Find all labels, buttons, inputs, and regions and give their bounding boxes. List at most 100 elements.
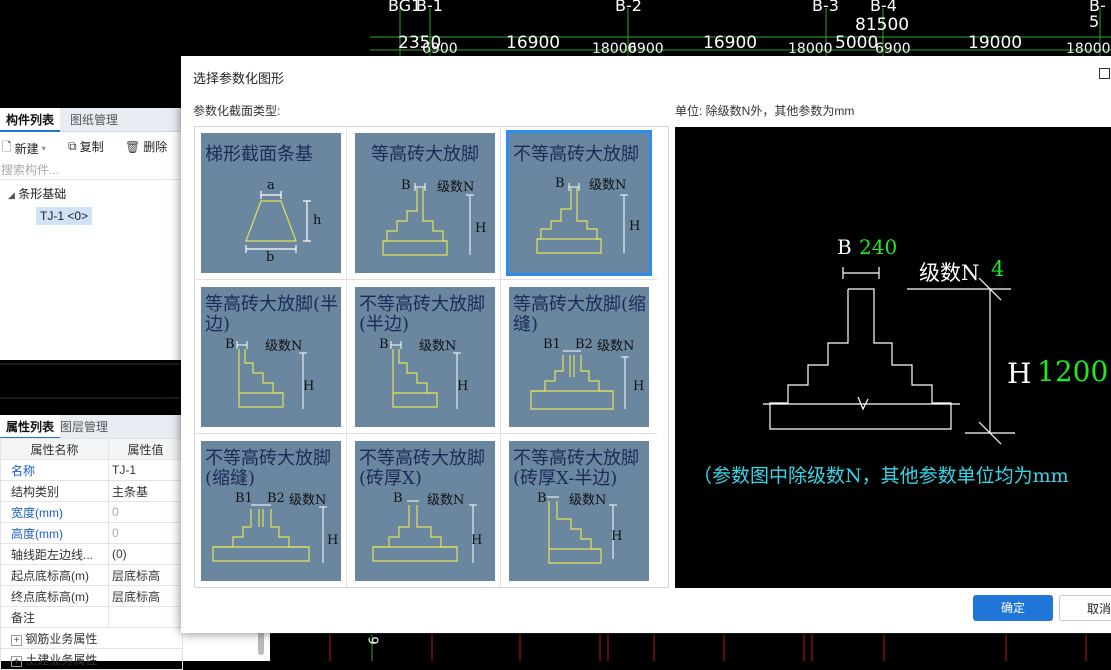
shape-title: 等高砖大放脚 [371, 144, 479, 165]
table-row[interactable]: 轴线距左边线... (0) [0, 543, 183, 565]
copy-label: 复制 [79, 140, 104, 154]
label-b: B [393, 491, 403, 506]
header-property-value: 属性值 [108, 438, 183, 460]
dimension: 5000 [835, 33, 879, 53]
shape-preview: B 240 级数N 4 H 1200 （参数图中除级数N，其他参数单位均为mm [675, 127, 1111, 588]
shape-grid[interactable]: 梯形截面条基 a h b 等高砖大放脚 B 级数N H 不等高砖大放脚 B 级数… [194, 126, 669, 588]
preview-b-label: B [837, 235, 852, 259]
label-n: 级数N [419, 339, 457, 354]
dimension: 16900 [703, 33, 758, 53]
label-n: 级数N [597, 339, 635, 354]
shape-option-unequal-brick-joint[interactable]: 不等高砖大放脚(缩缝) B1 B2 级数N H [201, 441, 341, 581]
shape-option-unequal-brick-thickness-half[interactable]: 不等高砖大放脚(砖厚X-半边) B 级数N H [509, 441, 649, 581]
preview-n-label: 级数N [919, 261, 980, 285]
component-tabbar: 构件列表 图纸管理 [0, 108, 181, 132]
property-name: 起点底标高(m) [0, 564, 109, 586]
table-row[interactable]: 名称 TJ-1 [0, 459, 183, 481]
shape-option-unequal-brick-thickness[interactable]: 不等高砖大放脚(砖厚X) B 级数N H [355, 441, 495, 581]
shape-title: 等高砖大放脚(半边) [205, 294, 339, 335]
maximize-icon[interactable] [1099, 68, 1110, 79]
table-row[interactable]: + 钢筋业务属性 [0, 627, 183, 649]
expand-icon[interactable]: + [11, 634, 22, 646]
cancel-button[interactable]: 取消 [1059, 595, 1111, 621]
tab-component-list[interactable]: 构件列表 [0, 108, 61, 132]
section-type-label: 参数化截面类型: [193, 104, 281, 118]
component-toolbar: 🗋 新建 ▾ ⧉ 复制 🗑 删除 [0, 135, 181, 157]
property-value[interactable]: 层底标高 [108, 585, 183, 607]
preview-note: （参数图中除级数N，其他参数单位均为mm [693, 465, 1069, 487]
expand-icon[interactable]: + [11, 655, 22, 667]
shape-title: 等高砖大放脚(缩缝) [513, 294, 647, 335]
tab-drawing-management[interactable]: 图纸管理 [64, 108, 124, 132]
table-row[interactable]: 终点底标高(m) 层底标高 [0, 585, 183, 607]
property-name: 备注 [0, 606, 109, 628]
shape-option-equal-brick-half[interactable]: 等高砖大放脚(半边) B 级数N H [201, 287, 341, 427]
label-h: H [457, 379, 469, 394]
label-b: b [266, 250, 275, 265]
preview-h-value: 1200 [1037, 355, 1109, 388]
header-property-name: 属性名称 [0, 438, 109, 460]
table-row[interactable]: 备注 [0, 606, 183, 628]
delete-button[interactable]: 🗑 删除 [125, 138, 167, 155]
table-row[interactable]: 宽度(mm) 0 [0, 501, 183, 523]
copy-button[interactable]: ⧉ 复制 [68, 138, 104, 155]
label-h: H [611, 529, 623, 544]
property-value[interactable]: (0) [108, 543, 183, 565]
new-label: 新建 [14, 142, 39, 156]
property-value[interactable]: 0 [108, 501, 183, 523]
shape-option-equal-brick[interactable]: 等高砖大放脚 B 级数N H [355, 133, 495, 273]
property-name: 轴线距左边线... [0, 543, 109, 565]
table-row[interactable]: + 土建业务属性 [0, 648, 183, 670]
grid-divider [346, 127, 347, 587]
label-n: 级数N [589, 178, 627, 193]
dropdown-arrow-icon[interactable]: ▾ [42, 144, 46, 153]
property-value[interactable]: TJ-1 [108, 459, 183, 481]
shape-option-trapezoid[interactable]: 梯形截面条基 a h b [201, 133, 341, 273]
table-row[interactable]: 起点底标高(m) 层底标高 [0, 564, 183, 586]
shape-option-equal-brick-joint[interactable]: 等高砖大放脚(缩缝) B1 B2 级数N H [509, 287, 649, 427]
property-table: 属性名称 属性值 名称 TJ-1 结构类别 主条基 宽度(mm) 0 高度(mm… [0, 438, 183, 670]
tab-property-list[interactable]: 属性列表 [0, 415, 61, 439]
dimension: 19000 [968, 33, 1023, 53]
table-row[interactable]: 高度(mm) 0 [0, 522, 183, 544]
shape-title: 不等高砖大放脚(半边) [359, 294, 485, 335]
label-b: B [225, 337, 235, 352]
shape-option-unequal-brick[interactable]: 不等高砖大放脚 B 级数N H [506, 130, 652, 276]
dialog-title: 选择参数化图形 [193, 71, 285, 86]
shape-title: 不等高砖大放脚(缩缝) [205, 448, 331, 489]
new-button[interactable]: 🗋 新建 ▾ [2, 138, 46, 159]
shape-option-unequal-brick-half[interactable]: 不等高砖大放脚(半边) B 级数N H [355, 287, 495, 427]
ok-button[interactable]: 确定 [973, 595, 1053, 621]
property-value[interactable] [108, 606, 183, 628]
grid-divider [195, 279, 657, 280]
dimension: 16900 [506, 33, 561, 53]
tab-layer-management[interactable]: 图层管理 [54, 415, 114, 439]
preview-n-value: 4 [991, 257, 1005, 281]
property-name: 名称 [0, 459, 109, 481]
collapse-arrow-icon[interactable]: ◢ [8, 190, 15, 200]
label-h: H [629, 219, 641, 234]
label-h: H [327, 533, 339, 548]
new-file-icon: 🗋 [2, 140, 12, 154]
shape-title: 不等高砖大放脚 [513, 144, 639, 165]
label-b: B [379, 337, 389, 352]
property-value[interactable]: 主条基 [108, 480, 183, 502]
label-a: a [267, 178, 275, 193]
property-value[interactable]: 层底标高 [108, 564, 183, 586]
property-group[interactable]: + 钢筋业务属性 [0, 627, 183, 649]
label-n: 级数N [569, 493, 607, 508]
label-b2: B2 [575, 337, 593, 352]
tree-group-strip-foundation[interactable]: ◢ 条形基础 [8, 185, 66, 202]
label-b1: B1 [543, 337, 561, 352]
property-group[interactable]: + 土建业务属性 [0, 648, 183, 670]
component-search-input[interactable]: 搜索构件... [0, 160, 181, 180]
tree-item-tj1[interactable]: TJ-1 <0> [36, 207, 93, 225]
unit-label: 单位: 除级数N外，其他参数为mm [675, 104, 855, 118]
dimension-total: 81500 [855, 15, 910, 35]
axis-label: B-3 [812, 0, 839, 15]
axis-label: B-1 [416, 0, 443, 15]
label-b1: B1 [235, 491, 253, 506]
table-row[interactable]: 结构类别 主条基 [0, 480, 183, 502]
property-value[interactable]: 0 [108, 522, 183, 544]
property-group-label: 钢筋业务属性 [25, 631, 98, 646]
